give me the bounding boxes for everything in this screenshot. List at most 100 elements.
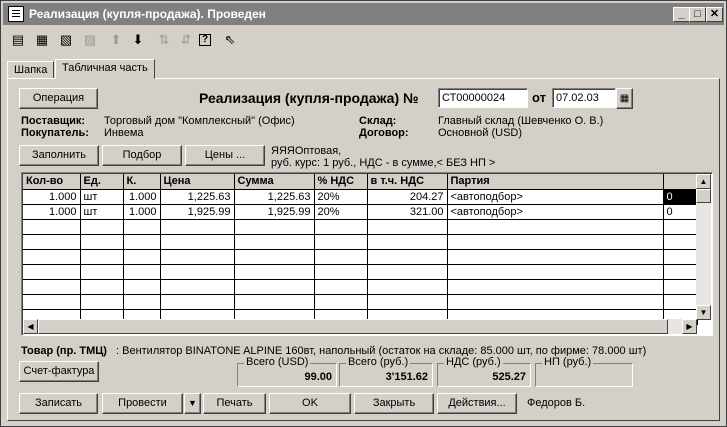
cell-price[interactable]: 1,925.99 [160,204,235,220]
empty-row [23,264,698,280]
col-coefficient-header[interactable]: К. [123,174,161,190]
price-type-text: ЯЯЯОптовая, [271,145,342,157]
col-unit-header[interactable]: Ед. [80,174,124,190]
cell-vat-rate[interactable]: 20% [314,189,368,205]
post-menu-icon[interactable]: ▼ [184,393,201,414]
toolbar: ▤ ▦ ▧ ▨ ⬆ ⬇ ⇅ ⇵ ? ⇖ [9,29,249,51]
operation-button[interactable]: Операция [19,88,98,109]
empty-row [23,294,698,310]
move-up-icon[interactable]: ⬆ [107,31,125,49]
col-price-header[interactable]: Цена [160,174,235,190]
maximize-button[interactable]: □ [689,7,706,22]
cell-extra-selected[interactable]: 0 [663,189,698,205]
add-row-icon[interactable]: ▦ [33,31,51,49]
copy-row-icon[interactable]: ▧ [57,31,75,49]
cell-extra[interactable]: 0 [663,204,698,220]
buyer-value: Инвема [104,127,144,139]
select-button[interactable]: Подбор [102,145,182,166]
total-rub-value: 3'151.62 [385,371,428,383]
cell-coefficient[interactable]: 1.000 [123,189,161,205]
responsible-user: Федоров Б. [527,397,586,409]
col-sum-header[interactable]: Сумма [234,174,315,190]
title-bar[interactable]: Реализация (купля-продажа). Проведен _ □… [3,3,724,25]
vertical-scroll-thumb[interactable] [696,189,711,203]
col-batch-header[interactable]: Партия [447,174,664,190]
move-down-icon[interactable]: ⬇ [129,31,147,49]
cell-unit[interactable]: шт [80,189,124,205]
fill-button[interactable]: Заполнить [19,145,99,166]
col-vat-rate-header[interactable]: % НДС [314,174,368,190]
invoice-button[interactable]: Счет-фактура [19,361,99,382]
scroll-right-icon[interactable]: ▶ [682,319,697,334]
items-table[interactable]: Кол-во Ед. К. Цена Сумма % НДС в т.ч. НД… [21,172,713,336]
document-icon [8,6,24,22]
help-icon[interactable]: ? [199,34,211,46]
minimize-button[interactable]: _ [673,7,690,22]
date-label: от [532,90,546,105]
print-button[interactable]: Печать [203,393,266,414]
empty-row [23,234,698,250]
context-help-icon[interactable]: ⇖ [221,31,239,49]
save-button[interactable]: Записать [19,393,98,414]
horizontal-scroll-thumb[interactable] [38,319,668,334]
cell-vat-amount[interactable]: 321.00 [367,204,448,220]
close-button[interactable]: ✕ [706,7,723,22]
window-title: Реализация (купля-продажа). Проведен [29,7,266,21]
document-number-field[interactable]: СТ00000024 [438,88,528,108]
empty-row [23,279,698,295]
buyer-label: Покупатель: [21,127,89,139]
post-button[interactable]: Провести [102,393,183,414]
items-table-grid: Кол-во Ед. К. Цена Сумма % НДС в т.ч. НД… [23,174,698,325]
cell-vat-amount[interactable]: 204.27 [367,189,448,205]
vat-rub-value: 525.27 [492,371,526,383]
calendar-icon[interactable]: ▦ [616,88,633,109]
price-settings-text: руб. курс: 1 руб., НДС - в сумме,< БЕЗ Н… [271,157,496,169]
delete-row-icon[interactable]: ▨ [81,31,99,49]
col-quantity-header[interactable]: Кол-во [23,174,81,190]
cell-sum[interactable]: 1,925.99 [234,204,315,220]
total-usd-value: 99.00 [304,371,332,383]
cell-vat-rate[interactable]: 20% [314,204,368,220]
scroll-up-icon[interactable]: ▲ [696,174,711,189]
total-rub-box: Всего (руб.) 3'151.62 [339,356,433,387]
prices-button[interactable]: Цены ... [185,145,265,166]
vat-rub-box: НДС (руб.) 525.27 [437,356,531,387]
horizontal-scrollbar[interactable]: ◀ ▶ [23,319,697,334]
cell-quantity[interactable]: 1.000 [23,204,81,220]
total-usd-box: Всего (USD) 99.00 [237,356,337,387]
date-field[interactable]: 07.02.03 [552,88,616,108]
close-form-button[interactable]: Закрыть [354,393,434,414]
warehouse-label: Склад: [359,115,397,127]
cell-coefficient[interactable]: 1.000 [123,204,161,220]
total-usd-label: Всего (USD) [244,356,311,368]
cell-batch[interactable]: <автоподбор> [447,204,664,220]
supplier-label: Поставщик: [21,115,86,127]
tab-table-part[interactable]: Табличная часть [55,59,155,79]
cell-batch[interactable]: <автоподбор> [447,189,664,205]
sales-tax-label: НП (руб.) [542,356,594,368]
table-row[interactable]: 1.000 шт 1.000 1,925.99 1,925.99 20% 321… [23,204,698,220]
tab-header[interactable]: Шапка [7,61,55,79]
vat-rub-label: НДС (руб.) [444,356,503,368]
cell-quantity[interactable]: 1.000 [23,189,81,205]
cell-unit[interactable]: шт [80,204,124,220]
document-title: Реализация (купля-продажа) № [199,90,419,106]
new-row-icon[interactable]: ▤ [9,31,27,49]
actions-button[interactable]: Действия... [437,393,517,414]
table-row[interactable]: 1.000 шт 1.000 1,225.63 1,225.63 20% 204… [23,189,698,205]
scroll-down-icon[interactable]: ▼ [696,305,711,320]
empty-row [23,249,698,265]
supplier-value: Торговый дом "Комплексный" (Офис) [104,115,295,127]
ok-button[interactable]: OK [269,393,351,414]
sales-tax-box: НП (руб.) [535,356,633,387]
sort-asc-icon[interactable]: ⇅ [155,31,173,49]
cell-sum[interactable]: 1,225.63 [234,189,315,205]
scroll-left-icon[interactable]: ◀ [23,319,38,334]
sort-desc-icon[interactable]: ⇵ [177,31,195,49]
cell-price[interactable]: 1,225.63 [160,189,235,205]
vertical-scrollbar[interactable]: ▲ ▼ [696,174,711,320]
contract-label: Договор: [359,127,409,139]
product-label: Товар (пр. ТМЦ) [21,345,107,357]
col-vat-amount-header[interactable]: в т.ч. НДС [367,174,448,190]
col-extra-header[interactable] [663,174,698,190]
